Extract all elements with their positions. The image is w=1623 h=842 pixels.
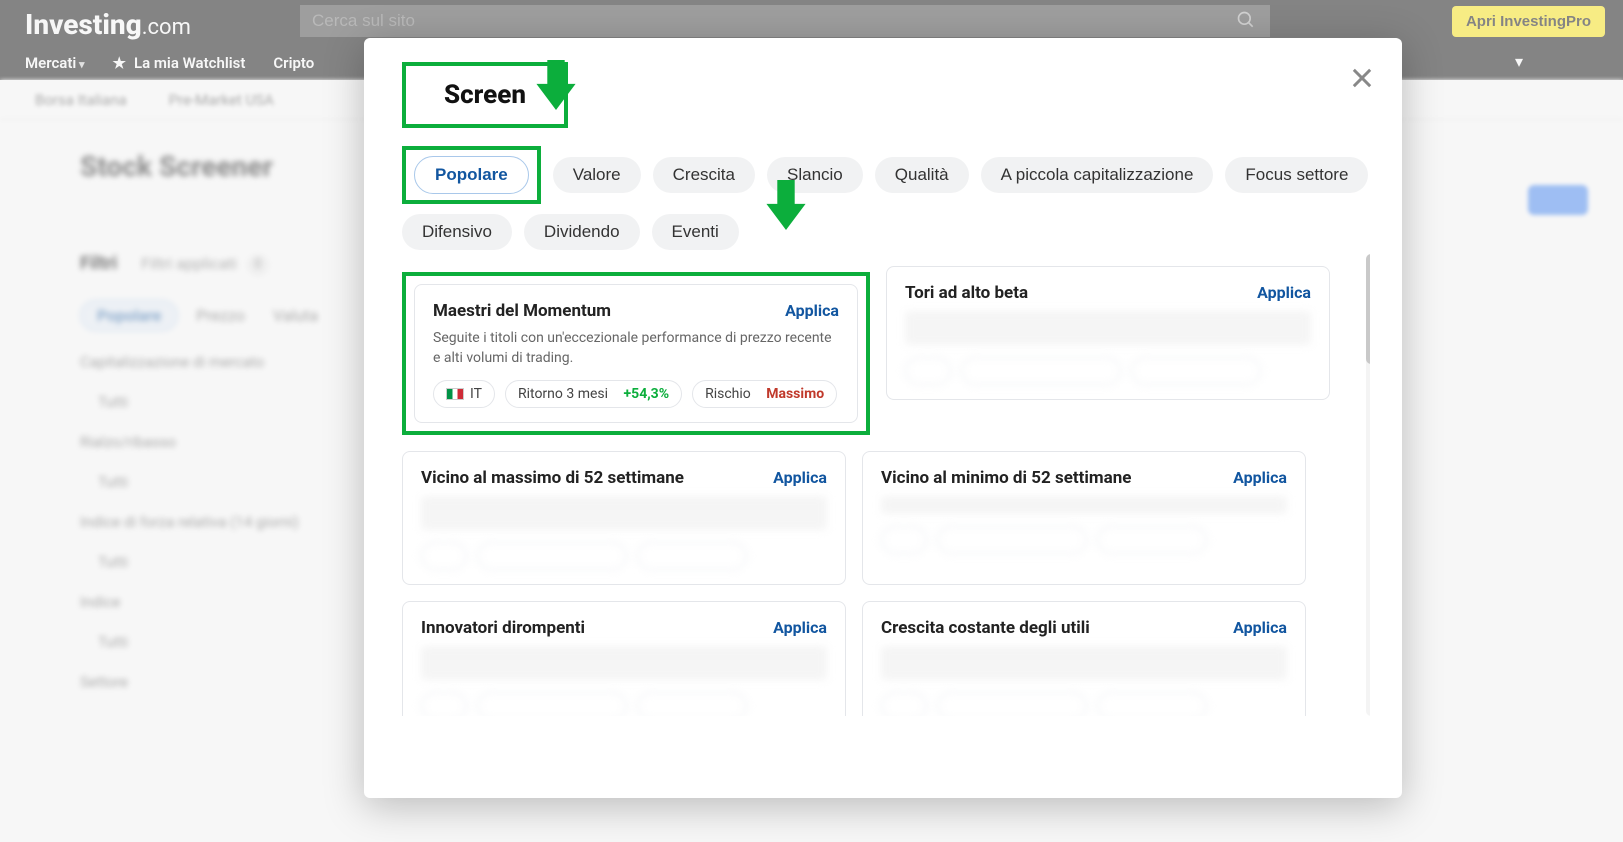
close-icon[interactable]: [1348, 64, 1376, 92]
annotation-arrow-1: [534, 60, 578, 110]
tab-valore[interactable]: Valore: [553, 157, 641, 193]
pill-blur: [637, 692, 747, 716]
card-desc-blur: [421, 496, 827, 530]
card-highlight-box: Maestri del Momentum Applica Seguite i t…: [402, 272, 870, 435]
pill-row: [421, 542, 827, 570]
card-innovatori[interactable]: Innovatori dirompenti Applica: [402, 601, 846, 716]
risk-label: Rischio: [705, 386, 751, 402]
country-code: IT: [470, 386, 482, 402]
card-desc-blur: [881, 646, 1287, 680]
pill-blur: [1131, 357, 1261, 385]
pill-blur: [421, 692, 467, 716]
annotation-arrow-2: [764, 180, 808, 230]
tab-popolare-highlight: Popolare: [402, 146, 541, 204]
pill-blur: [937, 526, 1087, 554]
return-value: +54,3%: [624, 386, 670, 402]
scrollbar[interactable]: [1366, 254, 1370, 716]
risk-pill: Rischio Massimo: [692, 380, 837, 408]
apply-button[interactable]: Applica: [1233, 618, 1287, 637]
pill-row: [905, 357, 1311, 385]
apply-button[interactable]: Applica: [773, 468, 827, 487]
scroll-thumb[interactable]: [1366, 254, 1370, 364]
tab-dividendo[interactable]: Dividendo: [524, 214, 640, 250]
pill-blur: [881, 526, 927, 554]
tab-qualita[interactable]: Qualità: [875, 157, 969, 193]
pill-blur: [637, 542, 747, 570]
card-tori-alto-beta[interactable]: Tori ad alto beta Applica: [886, 266, 1330, 400]
pill-row: [881, 526, 1287, 554]
pill-row: [881, 692, 1287, 716]
pill-blur: [961, 357, 1121, 385]
card-maestri-momentum[interactable]: Maestri del Momentum Applica Seguite i t…: [414, 284, 858, 423]
apply-button[interactable]: Applica: [785, 301, 839, 320]
card-massimo-52[interactable]: Vicino al massimo di 52 settimane Applic…: [402, 451, 846, 585]
screen-modal: Screen Popolare Valore Crescita Slancio …: [364, 38, 1402, 798]
card-crescita-utili[interactable]: Crescita costante degli utili Applica: [862, 601, 1306, 716]
tab-focus[interactable]: Focus settore: [1225, 157, 1368, 193]
pill-blur: [421, 542, 467, 570]
card-title: Tori ad alto beta: [905, 283, 1028, 303]
card-title: Vicino al massimo di 52 settimane: [421, 468, 684, 488]
pill-row: IT Ritorno 3 mesi +54,3% Rischio Massimo: [433, 380, 839, 408]
pill-row: [421, 692, 827, 716]
return-pill: Ritorno 3 mesi +54,3%: [505, 380, 682, 408]
card-desc-blur: [905, 311, 1311, 345]
risk-value: Massimo: [766, 386, 824, 402]
card-title: Vicino al minimo di 52 settimane: [881, 468, 1131, 488]
card-desc: Seguite i titoli con un'eccezionale perf…: [433, 329, 839, 368]
tab-eventi[interactable]: Eventi: [652, 214, 739, 250]
apply-button[interactable]: Applica: [1233, 468, 1287, 487]
tab-crescita[interactable]: Crescita: [653, 157, 755, 193]
pill-blur: [477, 542, 627, 570]
tabs: Popolare Valore Crescita Slancio Qualità…: [402, 146, 1370, 250]
pill-blur: [881, 692, 927, 716]
pill-blur: [905, 357, 951, 385]
tab-difensivo[interactable]: Difensivo: [402, 214, 512, 250]
country-pill: IT: [433, 380, 495, 408]
apply-button[interactable]: Applica: [1257, 283, 1311, 302]
return-label: Ritorno 3 mesi: [518, 386, 608, 402]
card-desc-blur: [421, 646, 827, 680]
card-title: Crescita costante degli utili: [881, 618, 1090, 638]
card-title: Innovatori dirompenti: [421, 618, 585, 638]
modal-title: Screen: [444, 80, 526, 110]
card-desc-blur: [881, 496, 1287, 514]
tab-piccola[interactable]: A piccola capitalizzazione: [981, 157, 1214, 193]
pill-blur: [937, 692, 1087, 716]
flag-it-icon: [446, 388, 464, 400]
tab-popolare[interactable]: Popolare: [414, 156, 529, 194]
pill-blur: [477, 692, 627, 716]
card-minimo-52[interactable]: Vicino al minimo di 52 settimane Applica: [862, 451, 1306, 585]
apply-button[interactable]: Applica: [773, 618, 827, 637]
pill-blur: [1097, 526, 1207, 554]
pill-blur: [1097, 692, 1207, 716]
cards-scroll: Maestri del Momentum Applica Seguite i t…: [402, 254, 1370, 716]
card-title: Maestri del Momentum: [433, 301, 611, 321]
